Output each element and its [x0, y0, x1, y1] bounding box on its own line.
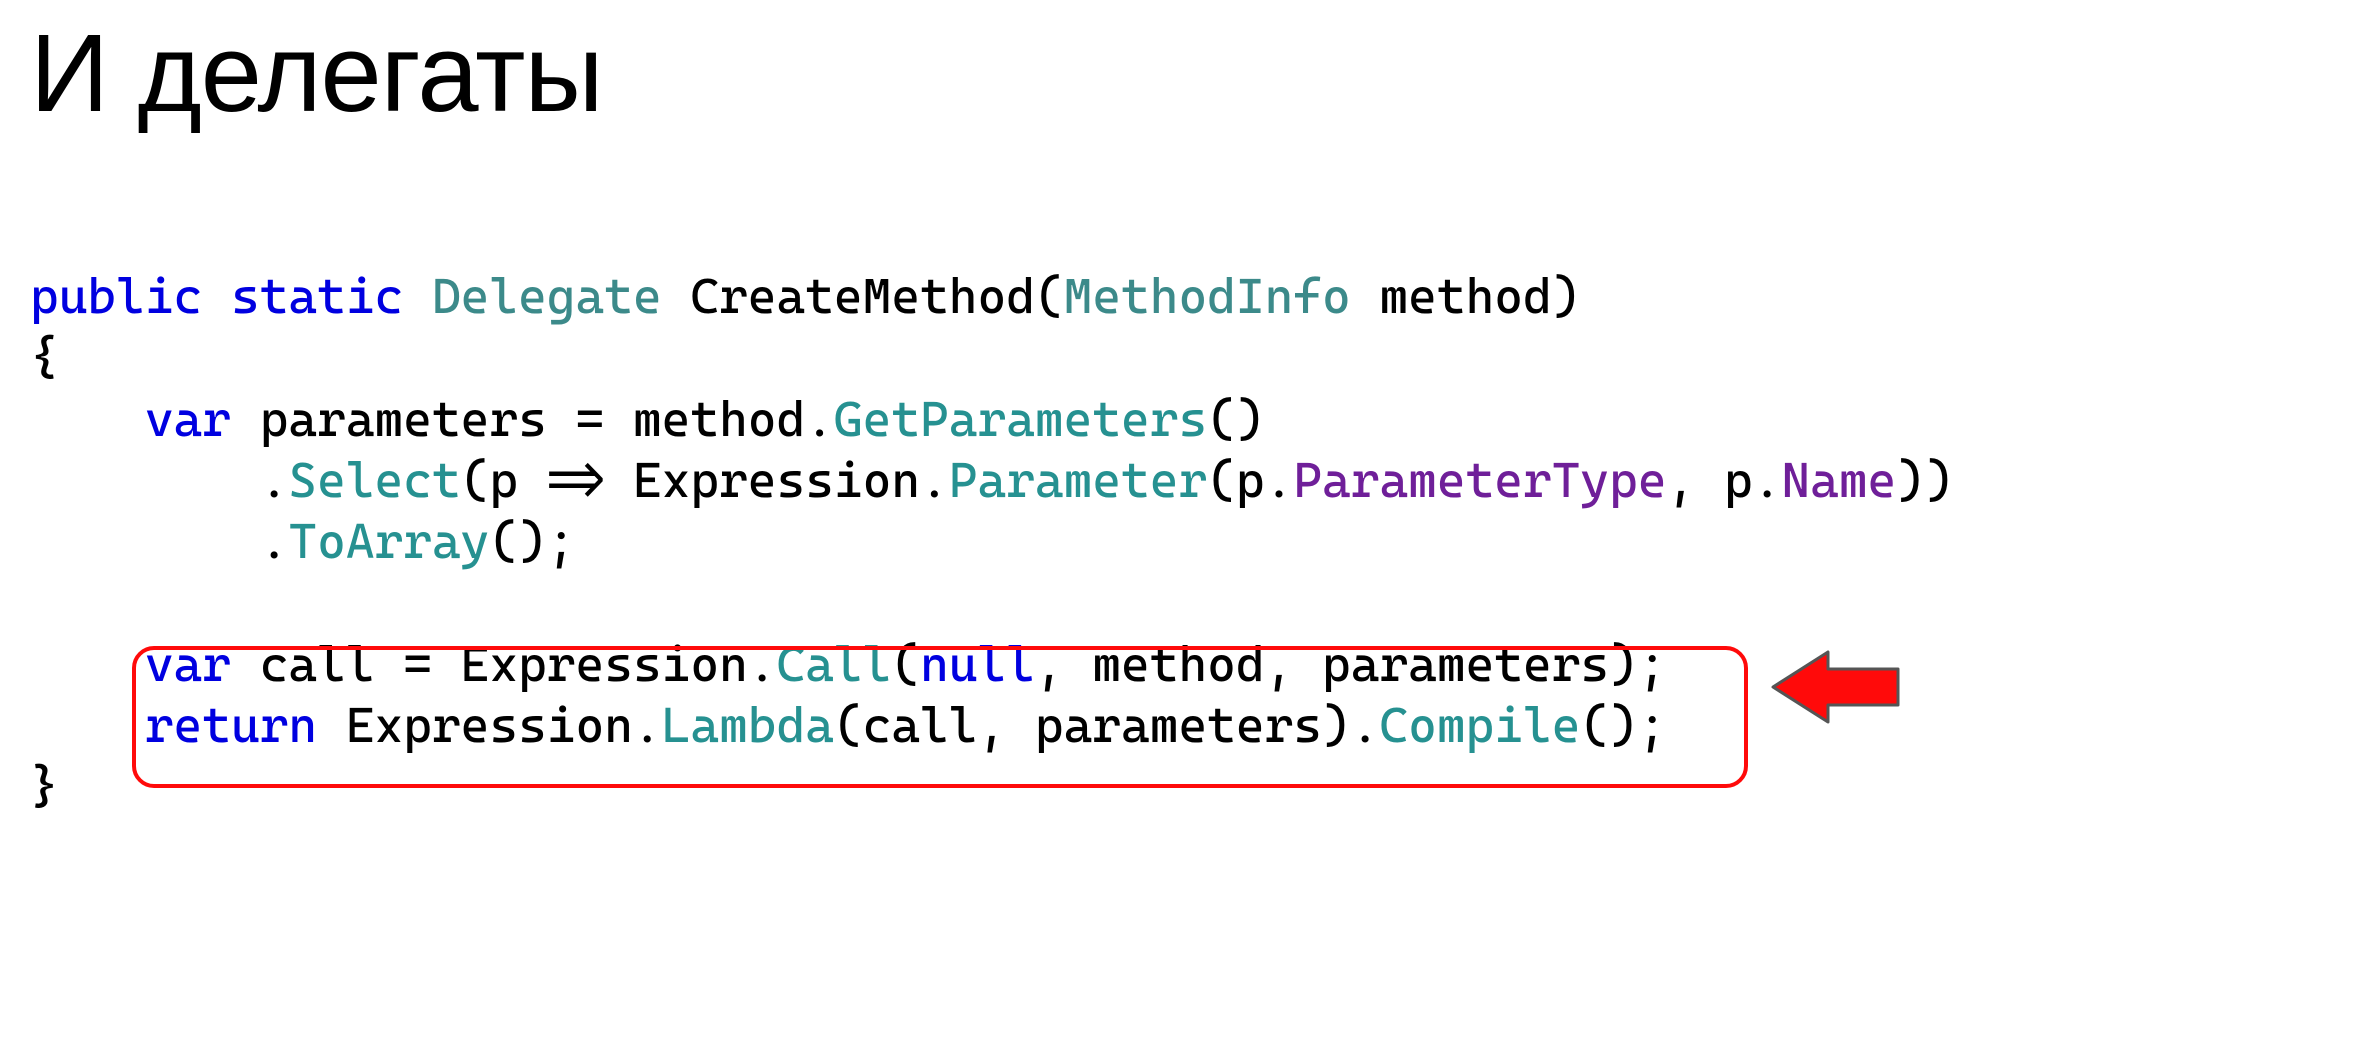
p-parametertype: ParameterType [1293, 453, 1666, 509]
m-parameter: Parameter [949, 453, 1207, 509]
slide: И делегаты public static Delegate Create… [0, 0, 2358, 910]
l3-ident: parameters = method. [260, 392, 834, 448]
param-name: method [1379, 269, 1551, 325]
m-call: Call [777, 637, 892, 693]
l8-tail: (); [1580, 698, 1666, 754]
l8-mid2: (call, parameters). [834, 698, 1380, 754]
kw-static: static [231, 269, 403, 325]
code-line-6 [30, 575, 59, 631]
m-getparameters: GetParameters [834, 392, 1207, 448]
p-name: Name [1781, 453, 1896, 509]
m-compile: Compile [1379, 698, 1580, 754]
l7-mid1: call = Expression. [231, 637, 777, 693]
code-line-2: { [30, 330, 59, 386]
m-select: Select [288, 453, 460, 509]
type-delegate: Delegate [432, 269, 662, 325]
code-line-4: .Select(p => Expression.Parameter(p.Para… [30, 453, 1954, 509]
kw-var: var [145, 392, 231, 448]
kw-var-2: var [145, 637, 231, 693]
code-line-8: return Expression.Lambda(call, parameter… [30, 698, 1667, 754]
code-block: public static Delegate CreateMethod ( Meth… [30, 267, 2328, 880]
l7-mid2: ( [891, 637, 920, 693]
l4-dot: . [260, 453, 289, 509]
arrow-left-icon [1768, 637, 1908, 737]
l8-mid1: Expression. [317, 698, 662, 754]
code-line-7: var call = Expression.Call(null, method,… [30, 637, 1667, 693]
kw-null: null [920, 637, 1035, 693]
slide-title: И делегаты [30, 10, 2328, 137]
m-lambda: Lambda [662, 698, 834, 754]
l4-mid3: , p. [1667, 453, 1782, 509]
l4-mid1: (p => Expression. [461, 453, 949, 509]
l4-mid2: (p. [1207, 453, 1293, 509]
type-methodinfo: MethodInfo [1064, 269, 1351, 325]
l3-tail: () [1207, 392, 1264, 448]
l4-tail: )) [1896, 453, 1953, 509]
m-toarray: ToArray [288, 514, 489, 570]
l5-tail: (); [489, 514, 575, 570]
l7-tail: , method, parameters); [1035, 637, 1667, 693]
l5-dot: . [260, 514, 289, 570]
kw-return: return [145, 698, 317, 754]
fn-name: CreateMethod [690, 269, 1035, 325]
code-line-1: public static Delegate CreateMethod(Meth… [30, 269, 1580, 325]
code-line-9: } [30, 759, 59, 815]
code-line-3: var parameters = method.GetParameters() [30, 392, 1265, 448]
code-line-5: .ToArray(); [30, 514, 576, 570]
kw-public: public [30, 269, 202, 325]
